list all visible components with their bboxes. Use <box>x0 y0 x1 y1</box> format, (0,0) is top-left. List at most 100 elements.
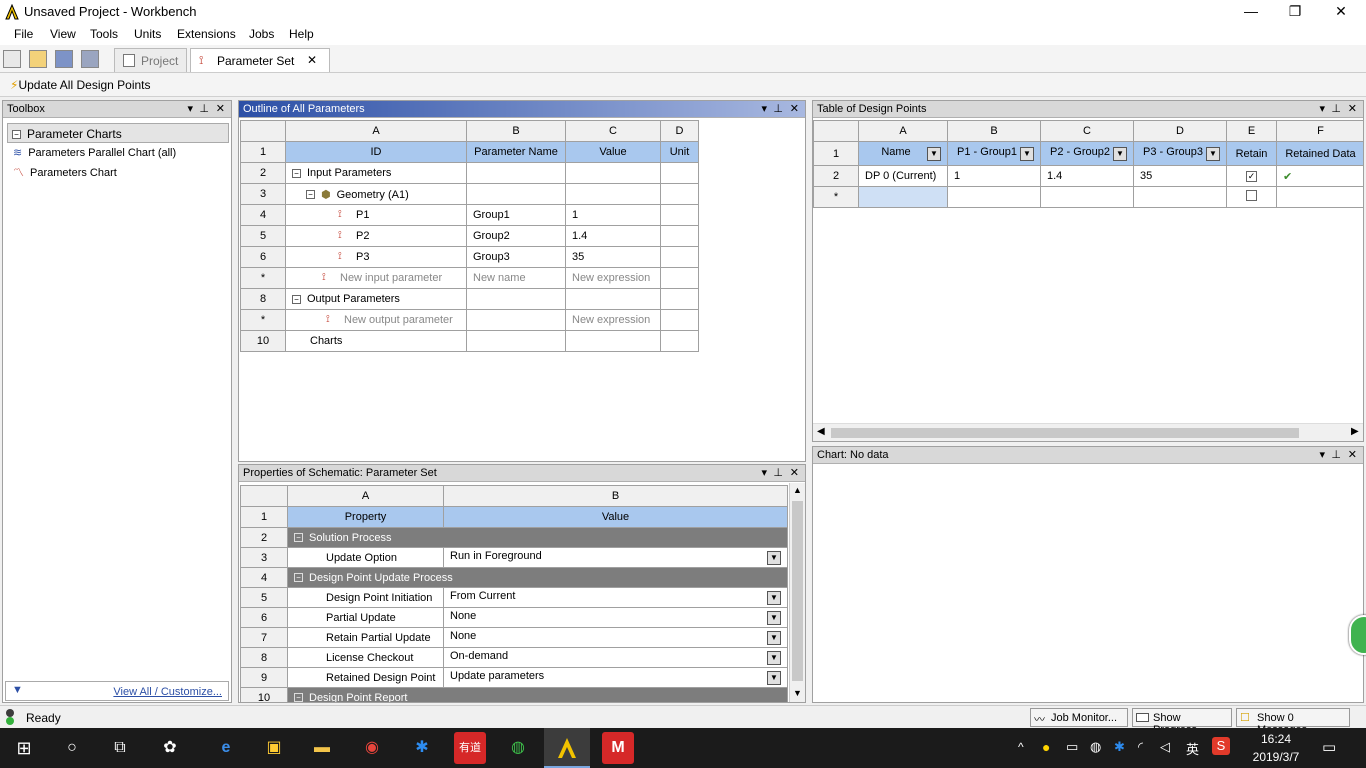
chevron-down-icon[interactable]: ▼ <box>767 651 781 665</box>
workbench-taskbar-button[interactable] <box>544 728 590 768</box>
panel-close-icon[interactable]: ✕ <box>790 102 799 115</box>
design-point-initiation-select[interactable]: From Current ▼ <box>443 587 788 608</box>
pin-icon[interactable]: ⊥ <box>773 102 783 115</box>
wechat-icon[interactable]: ◍ <box>502 732 534 764</box>
column-header-name[interactable]: Name ▼ <box>858 141 948 166</box>
panel-menu-icon[interactable]: ▾ <box>761 102 767 115</box>
scroll-down-icon[interactable]: ▼ <box>793 688 802 698</box>
clock-date[interactable]: 2019/3/7 <box>1244 750 1308 764</box>
table-row[interactable]: 3 − ⬢ Geometry (A1) <box>240 183 699 205</box>
panel-close-icon[interactable]: ✕ <box>1348 448 1357 461</box>
new-project-icon[interactable] <box>3 50 21 68</box>
chevron-down-icon[interactable]: ▼ <box>767 591 781 605</box>
panel-close-icon[interactable]: ✕ <box>1348 102 1357 115</box>
retain-checkbox[interactable]: ✓ <box>1246 171 1257 182</box>
file-explorer-icon[interactable]: ▬ <box>306 732 338 764</box>
network-icon[interactable]: ◜ <box>1138 739 1143 755</box>
filter-icon[interactable]: ▼ <box>12 684 23 696</box>
scroll-right-icon[interactable]: ▶ <box>1351 426 1359 437</box>
retain-checkbox[interactable] <box>1246 190 1257 201</box>
tab-project[interactable]: Project <box>114 48 188 72</box>
toolbox-item-parallel-chart[interactable]: ≋ Parameters Parallel Chart (all) <box>13 146 176 159</box>
pin-icon[interactable]: ⊥ <box>1331 448 1341 461</box>
filter-dropdown-icon[interactable]: ▼ <box>927 147 941 161</box>
table-row[interactable]: 8 − Output Parameters <box>240 288 699 310</box>
panel-menu-icon[interactable]: ▾ <box>1319 448 1325 461</box>
panel-close-icon[interactable]: ✕ <box>216 102 225 115</box>
view-all-customize-link[interactable]: View All / Customize... <box>113 686 222 698</box>
collapse-icon[interactable]: − <box>292 168 301 178</box>
table-row[interactable]: * <box>813 186 1363 208</box>
mega-app-icon[interactable]: M <box>602 732 634 764</box>
ime-indicator[interactable]: 英 <box>1186 739 1199 758</box>
tray-chevron-icon[interactable]: ^ <box>1018 740 1024 754</box>
chevron-down-icon[interactable]: ▼ <box>767 631 781 645</box>
menu-view[interactable]: View <box>50 27 76 41</box>
panel-close-icon[interactable]: ✕ <box>790 466 799 479</box>
edge-browser-icon[interactable]: e <box>210 732 242 764</box>
collapse-icon[interactable]: − <box>292 294 301 304</box>
filter-dropdown-icon[interactable]: ▼ <box>1020 147 1034 161</box>
menu-units[interactable]: Units <box>134 27 161 41</box>
properties-scrollbar[interactable]: ▲ ▼ <box>789 483 805 702</box>
pin-icon[interactable]: ⊥ <box>773 466 783 479</box>
toolbox-item-parameters-chart[interactable]: 〽 Parameters Chart <box>13 164 117 180</box>
property-row[interactable]: 5 Design Point Initiation From Current ▼ <box>240 587 788 608</box>
property-group[interactable]: 4 − Design Point Update Process <box>240 567 788 588</box>
dictionary-app-icon[interactable]: 有道 <box>454 732 486 764</box>
column-header-p1[interactable]: P1 - Group1 ▼ <box>947 141 1041 166</box>
close-button[interactable]: ✕ <box>1318 0 1364 24</box>
table-row[interactable]: 6 ⟟ P3 Group3 35 <box>240 246 699 268</box>
collapse-icon[interactable]: − <box>306 190 315 200</box>
restore-button[interactable]: ❐ <box>1272 0 1318 24</box>
sogou-ime-icon[interactable]: S <box>1212 737 1230 755</box>
show-progress-button[interactable]: Show Progress <box>1132 708 1232 736</box>
menu-tools[interactable]: Tools <box>90 27 118 41</box>
windows-start-icon[interactable]: ⊞ <box>8 732 40 764</box>
new-design-point-cell[interactable] <box>858 186 948 208</box>
filter-dropdown-icon[interactable]: ▼ <box>1113 147 1127 161</box>
tab-parameter-set[interactable]: ⟟ Parameter Set ✕ <box>190 48 330 72</box>
filter-dropdown-icon[interactable]: ▼ <box>1206 147 1220 161</box>
collapse-icon[interactable]: − <box>294 573 303 583</box>
panel-menu-icon[interactable]: ▾ <box>187 102 193 115</box>
pin-icon[interactable]: ⊥ <box>1331 102 1341 115</box>
notification-icon[interactable]: ▭ <box>1322 738 1336 756</box>
clock-time[interactable]: 16:24 <box>1244 732 1308 746</box>
floating-widget-icon[interactable] <box>1349 615 1366 655</box>
scroll-up-icon[interactable]: ▲ <box>793 485 802 495</box>
table-row[interactable]: 5 ⟟ P2 Group2 1.4 <box>240 225 699 247</box>
tray-wechat-icon[interactable]: ◍ <box>1090 739 1101 755</box>
menu-jobs[interactable]: Jobs <box>249 27 274 41</box>
tray-app-icon[interactable]: ● <box>1042 739 1050 755</box>
collapse-icon[interactable]: − <box>294 693 303 702</box>
chevron-down-icon[interactable]: ▼ <box>767 671 781 685</box>
partial-update-select[interactable]: None ▼ <box>443 607 788 628</box>
property-row[interactable]: 9 Retained Design Point Update parameter… <box>240 667 788 688</box>
chevron-down-icon[interactable]: ▼ <box>767 611 781 625</box>
chrome-icon[interactable]: ◉ <box>356 732 388 764</box>
tray-app2-icon[interactable]: ✱ <box>1114 739 1125 755</box>
table-row[interactable]: 2 − Input Parameters <box>240 162 699 184</box>
column-header-p3[interactable]: P3 - Group3 ▼ <box>1133 141 1227 166</box>
pin-icon[interactable]: ⊥ <box>199 102 209 115</box>
close-tab-icon[interactable]: ✕ <box>307 53 317 67</box>
property-row[interactable]: 6 Partial Update None ▼ <box>240 607 788 628</box>
show-messages-button[interactable]: ☐Show 0 Messages <box>1236 708 1350 736</box>
menu-extensions[interactable]: Extensions <box>177 27 236 41</box>
store-icon[interactable]: ▣ <box>258 732 290 764</box>
table-row[interactable]: 10 Charts <box>240 330 699 352</box>
save-icon[interactable] <box>55 50 73 68</box>
save-as-icon[interactable] <box>81 50 99 68</box>
app-icon[interactable]: ✿ <box>154 732 186 764</box>
retain-partial-update-select[interactable]: None ▼ <box>443 627 788 648</box>
panel-menu-icon[interactable]: ▾ <box>1319 102 1325 115</box>
design-points-hscrollbar[interactable]: ◀ ▶ <box>813 423 1363 441</box>
scroll-thumb[interactable] <box>792 501 803 681</box>
scroll-thumb[interactable] <box>831 428 1299 438</box>
search-icon[interactable]: ○ <box>56 732 88 764</box>
menu-help[interactable]: Help <box>289 27 314 41</box>
table-row[interactable]: * ⟟ New output parameter New expression <box>240 309 699 331</box>
menu-file[interactable]: File <box>14 27 33 41</box>
table-row[interactable]: 2 DP 0 (Current) 1 1.4 35 ✓ ✔ <box>813 165 1363 187</box>
